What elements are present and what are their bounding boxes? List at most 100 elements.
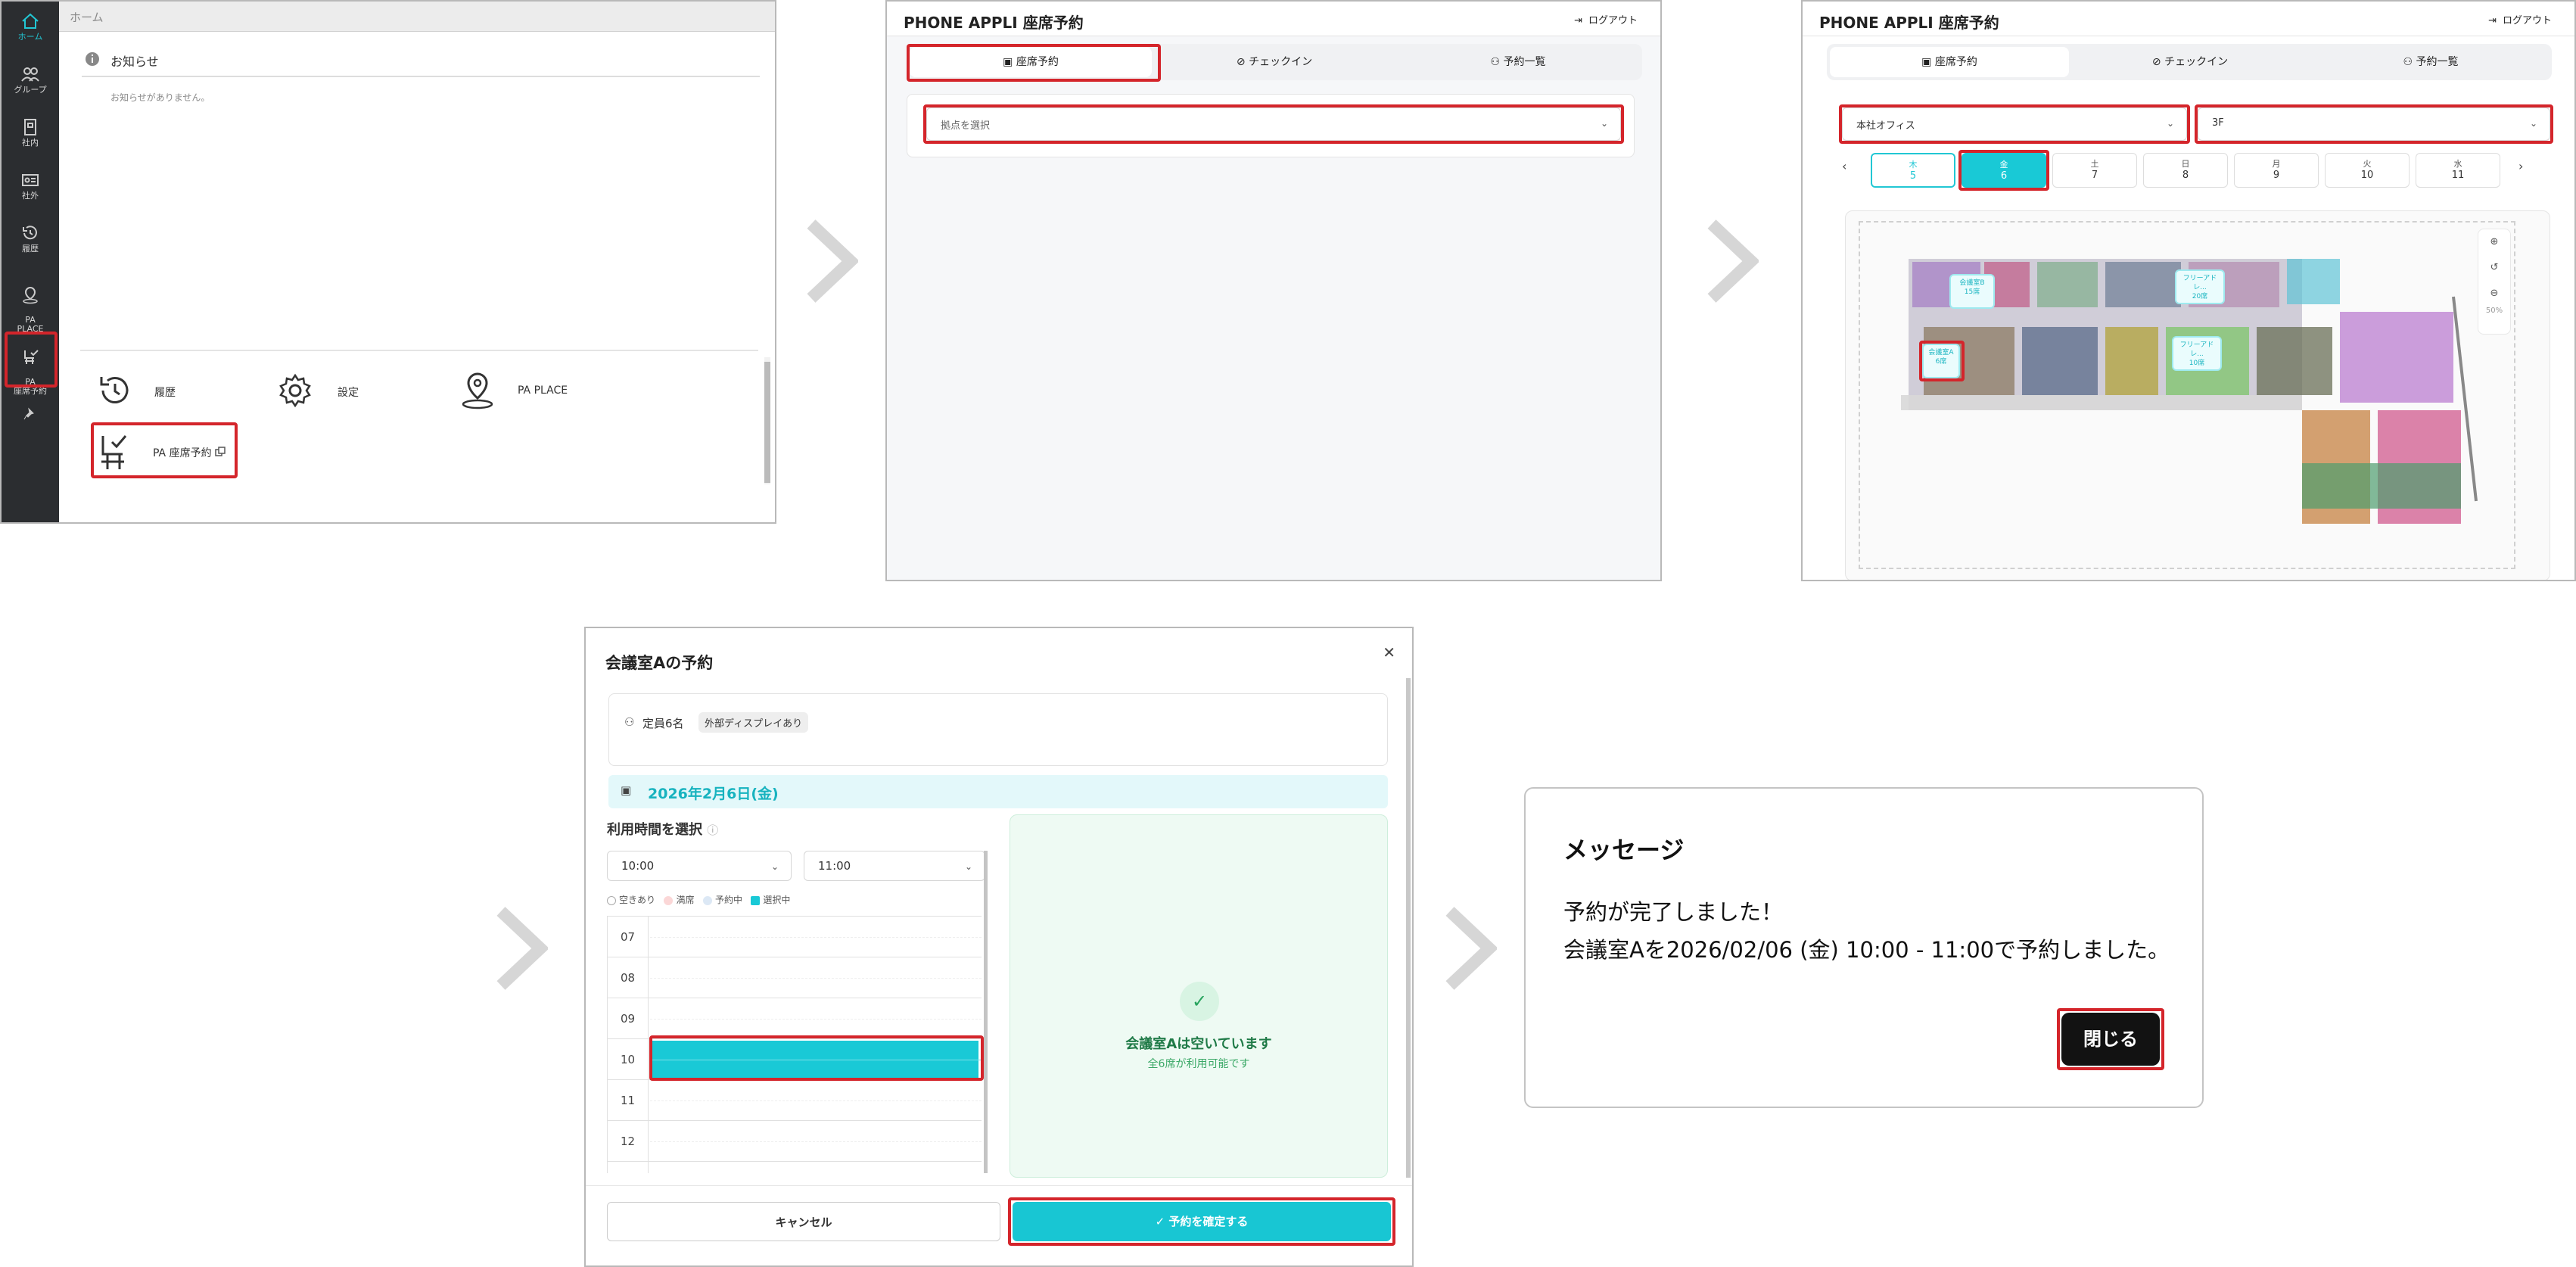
- day-number: 7: [2091, 170, 2098, 181]
- room-label[interactable]: フリーアドレ... 20席: [2175, 269, 2225, 304]
- calendar-icon: ▣: [1003, 56, 1016, 68]
- day-number: 10: [2360, 170, 2374, 181]
- divider: [80, 350, 758, 351]
- shortcut-label: PA PLACE: [518, 384, 568, 397]
- tab-checkin[interactable]: ⊘ チェックイン: [2070, 47, 2310, 77]
- timeline[interactable]: 07 08 09 10 11 12 13: [607, 916, 985, 1173]
- rail-item-group[interactable]: グループ: [2, 65, 59, 95]
- chevron-left-icon[interactable]: ‹: [1842, 159, 1846, 173]
- hour-row[interactable]: 11: [608, 1079, 982, 1121]
- home-icon: [22, 13, 39, 29]
- day-button[interactable]: 水 11: [2416, 153, 2500, 188]
- hour-label: 08: [608, 957, 649, 998]
- legend-selected-icon: [751, 895, 761, 905]
- hour-row[interactable]: 09: [608, 998, 982, 1039]
- room-seats: 10席: [2189, 360, 2205, 367]
- day-button[interactable]: 金6: [1962, 153, 2046, 188]
- day-button[interactable]: 木5: [1871, 153, 1955, 188]
- day-dow: 月: [2272, 159, 2281, 169]
- day-dow: 火: [2363, 159, 2372, 169]
- room-seats: 20席: [2192, 293, 2208, 300]
- chevron-right-icon[interactable]: ›: [2518, 159, 2523, 173]
- dialog-scrollbar[interactable]: [1406, 678, 1411, 1178]
- feature-tag: 外部ディスプレイあり: [698, 712, 809, 733]
- selected-date: 2026年2月6日(金): [648, 786, 779, 802]
- calendar-icon: ▣: [1921, 56, 1935, 68]
- rail-item-pin[interactable]: [2, 407, 59, 423]
- hour-row[interactable]: 13: [608, 1161, 982, 1173]
- room-info-card: ⚇ 定員6名 外部ディスプレイあり: [608, 693, 1388, 766]
- shortcut-label: 設定: [338, 387, 359, 399]
- rail-item-history[interactable]: 履歴: [2, 224, 59, 254]
- tab-bar: ▣ 座席予約 ⊘ チェックイン ⚇ 予約一覧: [1827, 44, 2552, 80]
- shortcut-seat-reservation[interactable]: PA 座席予約: [95, 427, 232, 475]
- rail-label: PA PLACE: [17, 315, 44, 334]
- shortcut-settings[interactable]: 設定: [277, 368, 428, 413]
- hour-row[interactable]: 08: [608, 957, 982, 998]
- scrollbar-thumb[interactable]: [764, 362, 770, 483]
- tab-bar: ▣ 座席予約 ⊘ チェックイン ⚇ 予約一覧: [907, 44, 1642, 80]
- reservation-dialog-panel: 会議室Aの予約 ✕ ⚇ 定員6名 外部ディスプレイあり ▣ 2026年2月6日(…: [584, 627, 1414, 1267]
- legend-reserved-icon: [702, 895, 712, 905]
- zoom-in-icon[interactable]: ⊕: [2478, 229, 2510, 255]
- zoom-level: 50%: [2485, 307, 2503, 315]
- end-time-select[interactable]: 11:00 ⌄: [804, 851, 985, 881]
- tab-seat-reservation[interactable]: ▣ 座席予約: [1830, 47, 2069, 77]
- shortcut-pa-place[interactable]: PA PLACE: [460, 368, 642, 413]
- reset-icon[interactable]: ↺: [2478, 255, 2510, 281]
- date-bar: ▣ 2026年2月6日(金): [608, 775, 1388, 808]
- hour-row[interactable]: 07: [608, 916, 982, 957]
- group-icon: [21, 67, 39, 82]
- logout-button[interactable]: ⇥ ログアウト: [2488, 12, 2552, 26]
- shortcut-history[interactable]: 履歴: [95, 368, 247, 413]
- close-icon[interactable]: ✕: [1383, 643, 1395, 662]
- rail-item-home[interactable]: ホーム: [2, 12, 59, 42]
- rail-label: 社外: [22, 191, 39, 201]
- rail-item-pa-place[interactable]: PA PLACE: [2, 277, 59, 334]
- time-label: 利用時間を選択 ⓘ: [607, 819, 718, 839]
- rail-item-seat-reservation[interactable]: PA 座席予約: [2, 339, 59, 396]
- room-name: フリーアドレ...: [2179, 341, 2214, 358]
- room-label[interactable]: フリーアドレ... 10席: [2172, 336, 2222, 371]
- help-icon: ⓘ: [707, 823, 719, 837]
- day-button[interactable]: 日8: [2143, 153, 2228, 188]
- hour-label: 09: [608, 998, 649, 1039]
- tab-reservations[interactable]: ⚇ 予約一覧: [1397, 47, 1639, 77]
- chevron-down-icon: ⌄: [2529, 118, 2537, 129]
- floor-select[interactable]: 3F ⌄: [2198, 107, 2550, 141]
- tab-seat-reservation[interactable]: ▣ 座席予約: [910, 47, 1152, 77]
- day-number: 9: [2273, 170, 2280, 181]
- tab-checkin[interactable]: ⊘ チェックイン: [1153, 47, 1395, 77]
- chevron-down-icon: ⌄: [964, 861, 972, 872]
- day-number: 5: [1909, 170, 1917, 182]
- hour-row[interactable]: 10: [608, 1038, 982, 1080]
- rail-label: グループ: [14, 85, 47, 95]
- floor-value: 3F: [2212, 117, 2224, 129]
- room-label[interactable]: 会議室A 6席: [1922, 344, 1960, 378]
- day-button[interactable]: 月9: [2234, 153, 2319, 188]
- room-label[interactable]: 会議室B 15席: [1949, 274, 1995, 309]
- day-button[interactable]: 火 10: [2325, 153, 2410, 188]
- hour-row[interactable]: 12: [608, 1120, 982, 1162]
- breadcrumb-home[interactable]: ホーム: [70, 11, 104, 24]
- gear-icon: [279, 373, 311, 408]
- timeline-scrollbar[interactable]: [984, 851, 988, 1173]
- building-icon: [24, 119, 36, 135]
- day-button[interactable]: 土7: [2052, 153, 2137, 188]
- app-title: PHONE APPLI 座席予約: [904, 14, 1084, 32]
- start-time-value: 10:00: [621, 859, 655, 873]
- close-button[interactable]: 閉じる: [2061, 1013, 2160, 1066]
- rail-item-external[interactable]: 社外: [2, 171, 59, 201]
- location-select[interactable]: 拠点を選択 ⌄: [926, 107, 1621, 141]
- confirm-button[interactable]: ✓ 予約を確定する: [1013, 1202, 1391, 1241]
- cancel-button[interactable]: キャンセル: [607, 1202, 1000, 1241]
- zoom-out-icon[interactable]: ⊖: [2478, 281, 2510, 307]
- start-time-select[interactable]: 10:00 ⌄: [607, 851, 792, 881]
- room-seats: 6席: [1935, 358, 1947, 366]
- card-icon: [22, 174, 39, 186]
- rail-item-internal[interactable]: 社内: [2, 118, 59, 148]
- external-link-icon: [215, 447, 226, 456]
- location-select[interactable]: 本社オフィス ⌄: [1842, 107, 2187, 141]
- tab-reservations[interactable]: ⚇ 予約一覧: [2311, 47, 2550, 77]
- logout-button[interactable]: ⇥ ログアウト: [1574, 12, 1638, 26]
